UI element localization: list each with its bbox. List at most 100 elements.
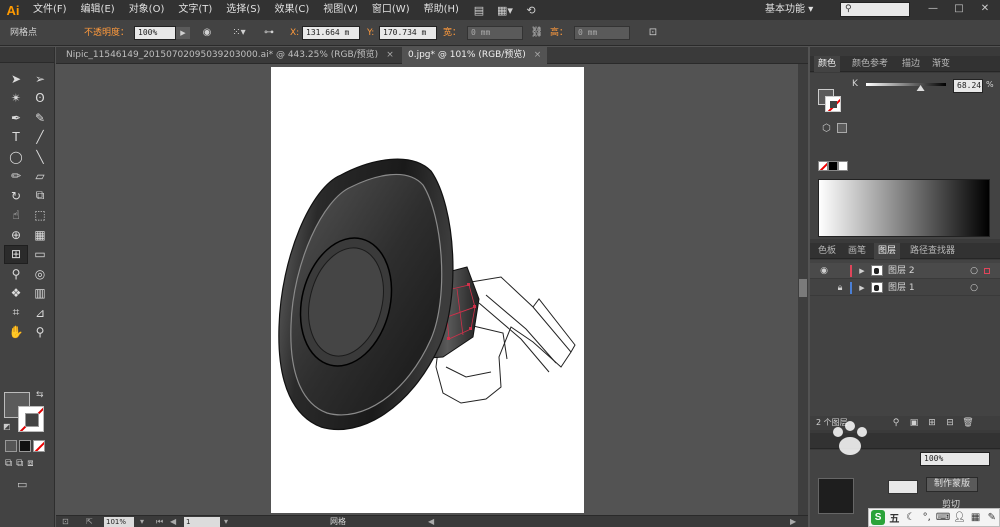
selection-tool[interactable]: ➤ [4,69,28,89]
menu-view[interactable]: 视图(V) [316,0,365,20]
visibility-eye-icon[interactable]: ◉ [818,264,830,278]
pen-tool[interactable]: ✒ [4,108,28,128]
artboard-dropdown-icon[interactable]: ▾ [224,516,228,527]
keyboard-icon[interactable]: ⌨ [936,510,950,525]
close-icon[interactable]: × [534,50,542,60]
vertical-scrollbar[interactable] [798,64,808,516]
punctuation-icon[interactable]: °, [920,510,934,525]
rotate-tool[interactable]: ↻ [4,186,28,206]
layer-row-2[interactable]: ◉ ▶ 图层 2 ○ [810,263,1000,279]
bridge-icon[interactable]: ▤ [470,3,488,17]
target-icon[interactable]: ○ [968,281,980,295]
tab-layers[interactable]: 图层 [874,243,901,259]
hscroll-right-icon[interactable]: ▶ [790,516,796,527]
link-proportions-icon[interactable]: ⛓ [530,27,544,39]
line-tool[interactable]: ╱ [28,128,52,148]
y-field[interactable]: 170.734 m [379,26,437,40]
scrollbar-thumb[interactable] [799,279,807,297]
k-slider[interactable] [866,81,950,91]
curvature-tool[interactable]: ✎ [28,108,52,128]
selection-indicator[interactable] [984,268,990,274]
draw-normal-icon[interactable]: ⧉ [5,458,12,469]
menu-type[interactable]: 文字(T) [171,0,219,20]
paintbrush-tool[interactable]: ╲ [28,147,52,167]
closest-web-color-swatch[interactable] [837,123,847,133]
height-field[interactable]: 0 mm [574,26,630,40]
blend-tool[interactable]: ◎ [28,264,52,284]
mask-thumbnail-field[interactable] [888,480,918,494]
canvas-area[interactable] [56,64,798,516]
target-icon[interactable]: ○ [968,264,980,278]
color-spectrum-bar[interactable] [818,179,990,237]
x-field[interactable]: 131.664 m [302,26,360,40]
width-field[interactable]: 0 mm [467,26,523,40]
share-icon[interactable]: ⇱ [86,516,93,527]
menu-select[interactable]: 选择(S) [219,0,267,20]
eyedropper-tool[interactable]: ⚲ [4,264,28,284]
grid-icon[interactable]: ▦ [969,510,983,525]
ime-logo-icon[interactable]: S [871,510,886,525]
tab-stroke[interactable]: 描边 [898,56,924,72]
lock-icon[interactable]: 🔒︎ [834,281,846,295]
reference-point-icon[interactable]: ⁙▾ [232,27,246,39]
zoom-dropdown-icon[interactable]: ▾ [140,516,144,527]
artboard[interactable] [271,67,584,513]
menu-edit[interactable]: 编辑(E) [74,0,122,20]
moon-icon[interactable]: ☾ [903,510,917,525]
free-transform-tool[interactable]: ⬚ [28,206,52,226]
recolor-icon[interactable]: ◉ [200,27,214,39]
k-value-field[interactable]: 68.24 [953,79,983,93]
workspace-switcher[interactable]: 基本功能 ▾ [765,0,813,20]
slice-tool[interactable]: ⊿ [28,303,52,323]
eraser-tool[interactable]: ▱ [28,167,52,187]
out-of-web-icon[interactable]: ⬡ [822,123,831,134]
tab-nipic-ai[interactable]: Nipic_11546149_20150702095039203000.ai* … [60,47,400,64]
opacity-dropdown-icon[interactable]: ▶ [176,27,190,39]
previous-artboard-button[interactable]: ◀ [170,516,176,527]
artboard-number-field[interactable]: 1 [184,517,220,527]
ellipse-tool[interactable]: ◯ [4,147,28,167]
arrange-documents-icon[interactable]: ▦▾ [496,3,514,17]
warp-tool[interactable]: ☝ [4,206,28,226]
stroke-swatch[interactable] [18,406,44,432]
draw-behind-icon[interactable]: ⧉ [16,458,23,469]
tab-0-jpg[interactable]: 0.jpg* @ 101% (RGB/预览) × [402,47,548,64]
maximize-button[interactable]: □ [954,3,964,15]
first-artboard-button[interactable]: ⏮ [156,516,163,527]
tab-gradient[interactable]: 渐变 [928,56,954,72]
menu-window[interactable]: 窗口(W) [365,0,417,20]
layer-row-1[interactable]: 🔒︎ ▶ 图层 1 ○ [810,280,1000,296]
none-mode-icon[interactable] [33,440,45,452]
perspective-grid-tool[interactable]: ▦ [28,225,52,245]
hscroll-left-icon[interactable]: ◀ [428,516,434,527]
color-mode-icon[interactable] [5,440,17,452]
mesh-tool[interactable]: ⊞ [4,244,28,264]
scale-tool[interactable]: ⧉ [28,186,52,206]
minimize-button[interactable]: — [928,3,938,15]
draw-inside-icon[interactable]: ⧈ [27,458,33,469]
help-search-input[interactable]: ⚲ [840,2,910,17]
gradient-tool[interactable]: ▭ [28,245,52,265]
menu-effect[interactable]: 效果(C) [267,0,316,20]
user-icon[interactable]: 👤︎ [952,510,966,525]
zoom-field[interactable]: 101% [104,517,134,527]
lasso-tool[interactable]: ʘ [28,89,52,109]
tools-panel-header[interactable] [0,47,54,63]
artboard-tool[interactable]: ⌗ [4,303,28,323]
none-color-swatch[interactable] [818,161,828,171]
symbol-sprayer-tool[interactable]: ❖ [4,284,28,304]
menu-object[interactable]: 对象(O) [122,0,172,20]
column-graph-tool[interactable]: ▥ [28,284,52,304]
type-tool[interactable]: T [4,128,28,148]
pencil-tool[interactable]: ✏ [4,167,28,187]
close-icon[interactable]: × [386,50,394,60]
tab-brushes[interactable]: 画笔 [844,243,870,259]
direct-selection-tool[interactable]: ➢ [28,69,52,89]
screen-mode-icon[interactable]: ▭ [17,478,27,491]
transform-icon[interactable]: ⊶ [262,27,276,39]
expand-triangle-icon[interactable]: ▶ [856,264,868,278]
opacity-field[interactable]: 100% [134,26,176,40]
black-swatch[interactable] [828,161,838,171]
sync-icon[interactable]: ⟲ [522,3,540,17]
magic-wand-tool[interactable]: ✴ [4,89,28,109]
